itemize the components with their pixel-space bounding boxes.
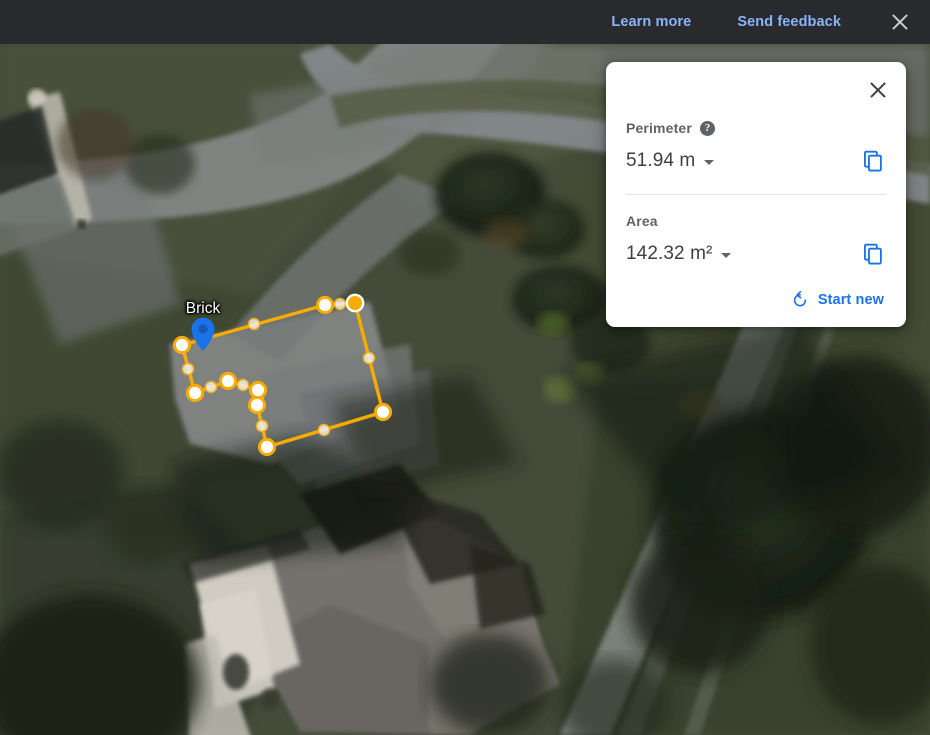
help-circle-icon[interactable]: ? — [699, 120, 715, 136]
top-banner-bar: Learn more Send feedback — [0, 0, 930, 44]
active-vertex-handle[interactable] — [345, 293, 365, 313]
send-feedback-link[interactable]: Send feedback — [737, 14, 841, 30]
area-section: Area 142.32 m² — [606, 195, 906, 273]
copy-icon — [864, 243, 882, 265]
refresh-counterclockwise-icon — [793, 291, 807, 307]
perimeter-value-row: 51.94 m — [626, 146, 886, 176]
area-value-row: 142.32 m² — [626, 239, 886, 269]
area-value: 142.32 m² — [626, 243, 713, 264]
copy-icon — [864, 150, 882, 172]
perimeter-value: 51.94 m — [626, 150, 696, 171]
perimeter-label-row: Perimeter ? — [626, 118, 886, 138]
chevron-down-icon[interactable] — [721, 253, 732, 258]
measurement-result-panel: Perimeter ? 51.94 m Area 142.32 m² Start… — [606, 62, 906, 327]
start-new-label: Start new — [817, 292, 884, 308]
copy-perimeter-button[interactable] — [860, 148, 886, 174]
chevron-down-icon[interactable] — [704, 160, 715, 165]
perimeter-label: Perimeter — [626, 120, 692, 136]
start-new-button[interactable]: Start new — [606, 273, 906, 327]
close-icon[interactable] — [885, 7, 915, 37]
copy-area-button[interactable] — [860, 241, 886, 267]
measure-distance-app: Brick Learn more Send feedback Perimeter… — [0, 0, 930, 735]
area-label: Area — [626, 213, 658, 229]
learn-more-link[interactable]: Learn more — [611, 14, 691, 30]
area-label-row: Area — [626, 211, 886, 231]
perimeter-section: Perimeter ? 51.94 m — [606, 62, 906, 176]
